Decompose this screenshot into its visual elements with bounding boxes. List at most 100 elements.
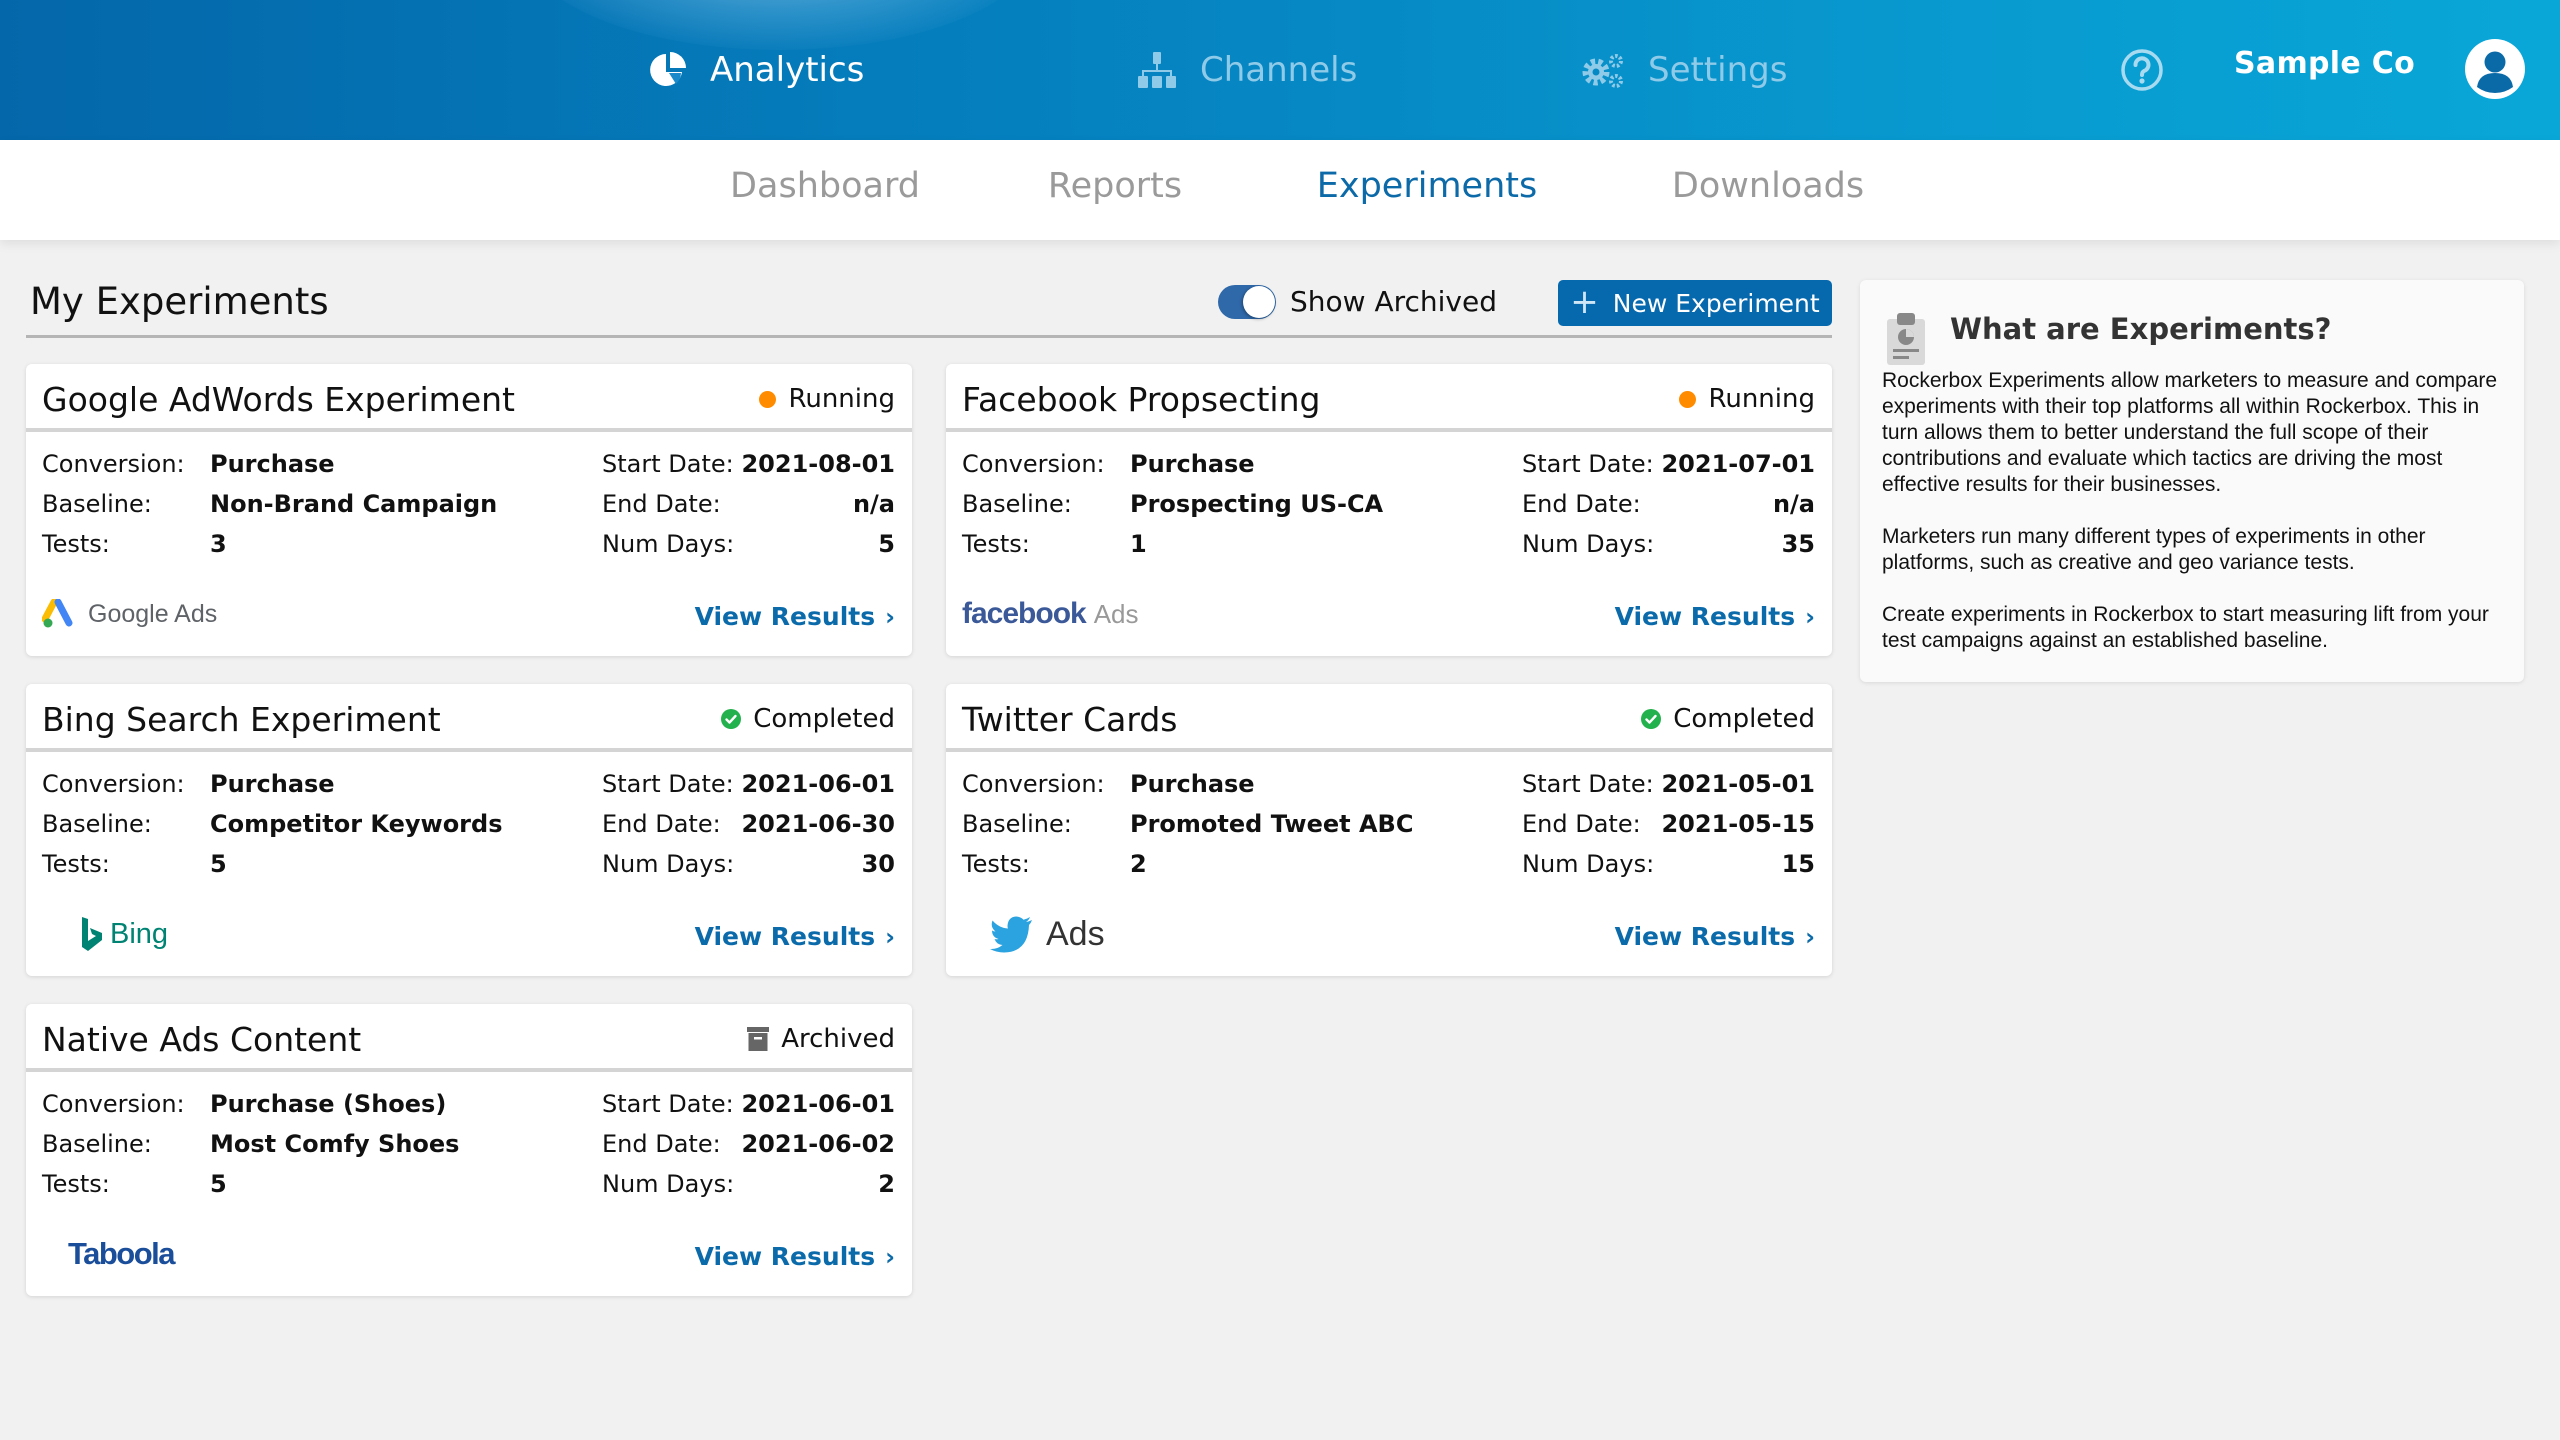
- baseline-value: Promoted Tweet ABC: [1130, 810, 1414, 838]
- conversion-value: Purchase (Shoes): [210, 1090, 447, 1118]
- view-results-link[interactable]: View Results ›: [695, 922, 895, 951]
- start-date-label: Start Date:: [1522, 450, 1654, 478]
- running-dot-icon: [759, 390, 777, 408]
- card-header: Google AdWords Experiment Running: [26, 364, 912, 432]
- info-panel: What are Experiments? Rockerbox Experime…: [1860, 280, 2524, 682]
- baseline-label: Baseline:: [962, 810, 1072, 838]
- baseline-value: Prospecting US-CA: [1130, 490, 1384, 518]
- conversion-label: Conversion:: [42, 1090, 185, 1118]
- nav-settings-label: Settings: [1648, 50, 1788, 90]
- info-paragraph: Marketers run many different types of ex…: [1882, 525, 2426, 574]
- tab-downloads[interactable]: Downloads: [1672, 166, 1864, 206]
- view-results-label: View Results: [1614, 602, 1796, 631]
- google-ads-text: Google Ads: [88, 599, 218, 628]
- google-ads-icon: [42, 599, 73, 628]
- conversion-label: Conversion:: [42, 770, 185, 798]
- nav-settings[interactable]: Settings: [1582, 44, 1787, 96]
- end-date-value: 2021-05-15: [1661, 810, 1815, 838]
- view-results-label: View Results: [1614, 922, 1796, 951]
- tests-value: 5: [210, 1170, 227, 1198]
- bing-logo: Bing: [80, 912, 168, 956]
- tests-label: Tests:: [42, 850, 110, 878]
- baseline-value: Competitor Keywords: [210, 810, 503, 838]
- card-header: Bing Search Experiment Completed: [26, 684, 912, 752]
- num-days-value: 15: [1781, 850, 1815, 878]
- tests-label: Tests:: [42, 1170, 110, 1198]
- start-date-value: 2021-06-01: [741, 770, 895, 798]
- end-date-value: 2021-06-30: [741, 810, 895, 838]
- num-days-label: Num Days:: [602, 1170, 735, 1198]
- help-button[interactable]: [2120, 48, 2164, 92]
- header-glow: [520, 0, 1040, 50]
- view-results-link[interactable]: View Results ›: [1615, 922, 1815, 951]
- experiment-title: Google AdWords Experiment: [42, 380, 515, 419]
- status-label: Archived: [781, 1024, 895, 1054]
- start-date-value: 2021-06-01: [741, 1090, 895, 1118]
- num-days-value: 35: [1781, 530, 1815, 558]
- baseline-label: Baseline:: [42, 1130, 152, 1158]
- taboola-wordmark: Taboola: [68, 1236, 176, 1271]
- end-date-value: 2021-06-02: [741, 1130, 895, 1158]
- experiment-card: Bing Search Experiment Completed Convers…: [26, 684, 912, 976]
- tests-value: 5: [210, 850, 227, 878]
- start-date-value: 2021-07-01: [1661, 450, 1815, 478]
- status-badge: Completed: [1641, 704, 1815, 734]
- start-date-label: Start Date:: [602, 1090, 734, 1118]
- view-results-link[interactable]: View Results ›: [695, 1242, 895, 1271]
- conversion-value: Purchase: [1130, 770, 1255, 798]
- status-badge: Archived: [747, 1024, 895, 1054]
- view-results-link[interactable]: View Results ›: [1615, 602, 1815, 631]
- google-ads-logo: Google Ads: [42, 592, 217, 636]
- chevron-right-icon: ›: [885, 1242, 895, 1271]
- baseline-label: Baseline:: [42, 490, 152, 518]
- nav-analytics[interactable]: Analytics: [648, 44, 864, 96]
- num-days-value: 30: [861, 850, 895, 878]
- view-results-link[interactable]: View Results ›: [695, 602, 895, 631]
- status-badge: Completed: [721, 704, 895, 734]
- user-circle-icon: [2477, 51, 2513, 93]
- sitemap-icon: [1138, 52, 1176, 88]
- conversion-label: Conversion:: [42, 450, 185, 478]
- end-date-label: End Date:: [602, 1130, 721, 1158]
- tests-value: 2: [1130, 850, 1147, 878]
- card-header: Native Ads Content Archived: [26, 1004, 912, 1072]
- end-date-label: End Date:: [1522, 490, 1641, 518]
- end-date-label: End Date:: [602, 810, 721, 838]
- nav-channels-label: Channels: [1200, 50, 1358, 90]
- chevron-right-icon: ›: [1805, 602, 1815, 631]
- view-results-label: View Results: [694, 602, 876, 631]
- show-archived-label[interactable]: Show Archived: [1290, 285, 1497, 318]
- chevron-right-icon: ›: [1805, 922, 1815, 951]
- nav-channels[interactable]: Channels: [1136, 44, 1357, 96]
- start-date-label: Start Date:: [1522, 770, 1654, 798]
- start-date-value: 2021-08-01: [741, 450, 895, 478]
- view-results-label: View Results: [694, 922, 876, 951]
- num-days-label: Num Days:: [602, 850, 735, 878]
- status-badge: Running: [759, 384, 895, 414]
- user-avatar[interactable]: [2465, 39, 2525, 99]
- tab-reports[interactable]: Reports: [1048, 166, 1182, 206]
- card-details: Conversion: Purchase Start Date: 2021-06-01…: [42, 770, 895, 890]
- start-date-label: Start Date:: [602, 450, 734, 478]
- conversion-value: Purchase: [210, 770, 335, 798]
- new-experiment-button[interactable]: + New Experiment: [1558, 280, 1832, 326]
- experiment-card: Native Ads Content Archived Conversion: P…: [26, 1004, 912, 1296]
- status-label: Completed: [1673, 704, 1815, 734]
- baseline-label: Baseline:: [962, 490, 1072, 518]
- experiment-card: Twitter Cards Completed Conversion: Purch…: [946, 684, 1832, 976]
- check-circle-icon: [721, 709, 742, 729]
- tab-experiments[interactable]: Experiments: [1317, 166, 1537, 206]
- company-name[interactable]: Sample Co: [2234, 46, 2415, 81]
- info-description: Rockerbox Experiments allow marketers to…: [1882, 368, 2512, 680]
- card-details: Conversion: Purchase Start Date: 2021-08-01…: [42, 450, 895, 570]
- toggle-knob: [1243, 286, 1275, 318]
- title-divider: [26, 335, 1832, 338]
- facebook-ads-text: Ads: [1093, 598, 1139, 629]
- card-details: Conversion: Purchase Start Date: 2021-07-01…: [962, 450, 1815, 570]
- experiment-title: Native Ads Content: [42, 1020, 362, 1059]
- card-header: Facebook Propsecting Running: [946, 364, 1832, 432]
- chevron-right-icon: ›: [885, 602, 895, 631]
- num-days-value: 5: [878, 530, 895, 558]
- show-archived-toggle[interactable]: [1218, 285, 1276, 319]
- tab-dashboard[interactable]: Dashboard: [730, 166, 920, 206]
